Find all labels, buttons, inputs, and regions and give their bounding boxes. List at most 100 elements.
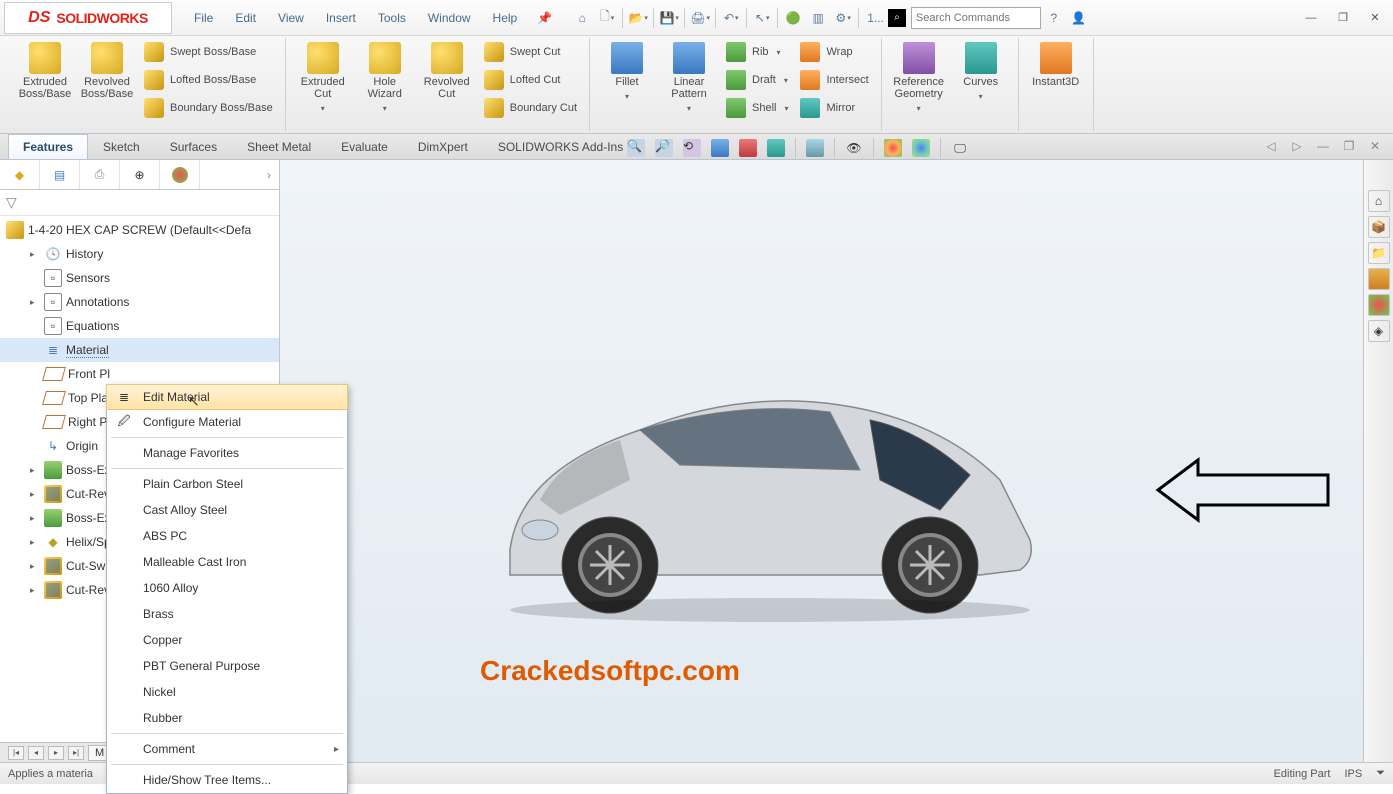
expand-icon[interactable]: ▸ — [30, 465, 40, 476]
context-material-item[interactable]: PBT General Purpose — [107, 653, 347, 679]
rebuild-icon[interactable]: 🟢 — [781, 6, 805, 30]
lofted-cut-button[interactable]: Lofted Cut — [480, 66, 581, 94]
view-orient-icon[interactable] — [735, 136, 761, 160]
funnel-icon[interactable]: ▽ — [6, 194, 17, 211]
context-material-item[interactable]: Plain Carbon Steel — [107, 471, 347, 497]
undo-icon[interactable]: ↶ — [719, 6, 743, 30]
shell-button[interactable]: Shell — [722, 94, 792, 122]
curves-button[interactable]: Curves — [952, 38, 1010, 105]
prev-doc-icon[interactable]: ◁ — [1261, 136, 1281, 156]
revolved-boss-button[interactable]: Revolved Boss/Base — [78, 38, 136, 104]
view-palette-pane-icon[interactable] — [1368, 268, 1390, 290]
tree-item[interactable]: ▸▫Annotations — [0, 290, 279, 314]
display-manager-tab-icon[interactable] — [160, 160, 200, 189]
doc-restore-icon[interactable]: ❐ — [1339, 136, 1359, 156]
viewport-icon[interactable]: 🖵 — [947, 136, 973, 160]
select-icon[interactable]: ↖ — [750, 6, 774, 30]
eye-icon[interactable]: 👁 — [841, 136, 867, 160]
new-icon[interactable]: 🗋 — [595, 6, 619, 30]
context-material-item[interactable]: 1060 Alloy — [107, 575, 347, 601]
tree-item[interactable]: ▸🕓History — [0, 242, 279, 266]
section-view-icon[interactable] — [707, 136, 733, 160]
zoom-fit-icon[interactable]: 🔍 — [623, 136, 649, 160]
tab-scroll-last-icon[interactable]: ▸| — [68, 746, 84, 760]
context-material-item[interactable]: Malleable Cast Iron — [107, 549, 347, 575]
tree-item[interactable]: Front Pl — [0, 362, 279, 386]
search-input[interactable] — [916, 12, 1058, 24]
instant3d-button[interactable]: Instant3D — [1027, 38, 1085, 92]
next-doc-icon[interactable]: ▷ — [1287, 136, 1307, 156]
tab-scroll-prev-icon[interactable]: ◂ — [28, 746, 44, 760]
rib-button[interactable]: Rib — [722, 38, 792, 66]
expand-icon[interactable]: ▸ — [30, 297, 40, 308]
filter-row[interactable]: ▽ — [0, 190, 279, 216]
tab-sheet-metal[interactable]: Sheet Metal — [232, 134, 326, 159]
save-icon[interactable]: 💾 — [657, 6, 681, 30]
appearance-icon[interactable] — [880, 136, 906, 160]
print-icon[interactable]: 🖨 — [688, 6, 712, 30]
configuration-tab-icon[interactable]: ⎙ — [80, 160, 120, 189]
search-icon[interactable]: ⌕ — [888, 9, 906, 27]
menu-edit[interactable]: Edit — [225, 7, 266, 29]
context-hide-show-tree[interactable]: Hide/Show Tree Items... — [107, 767, 347, 793]
model-viewport[interactable]: Crackedsoftpc.com — [280, 160, 1363, 762]
doc-close-icon[interactable]: ✕ — [1365, 136, 1385, 156]
boundary-boss-button[interactable]: Boundary Boss/Base — [140, 94, 277, 122]
tree-root[interactable]: 1-4-20 HEX CAP SCREW (Default<<Defa — [0, 218, 279, 242]
context-configure-material[interactable]: 🖉 Configure Material — [107, 409, 347, 435]
intersect-button[interactable]: Intersect — [796, 66, 872, 94]
mirror-button[interactable]: Mirror — [796, 94, 872, 122]
tab-addins[interactable]: SOLIDWORKS Add-Ins — [483, 134, 638, 159]
expand-icon[interactable]: ▸ — [30, 561, 40, 572]
revolved-cut-button[interactable]: Revolved Cut — [418, 38, 476, 104]
menu-window[interactable]: Window — [418, 7, 481, 29]
doc-minimize-icon[interactable]: — — [1313, 136, 1333, 156]
swept-cut-button[interactable]: Swept Cut — [480, 38, 581, 66]
scene-icon[interactable] — [908, 136, 934, 160]
appearance-pane-icon[interactable] — [1368, 294, 1390, 316]
linear-pattern-button[interactable]: Linear Pattern — [660, 38, 718, 117]
hole-wizard-button[interactable]: Hole Wizard — [356, 38, 414, 117]
options-icon[interactable]: ▥ — [806, 6, 830, 30]
context-manage-favorites[interactable]: Manage Favorites — [107, 440, 347, 466]
extruded-boss-button[interactable]: Extruded Boss/Base — [16, 38, 74, 104]
reference-geometry-button[interactable]: Reference Geometry — [890, 38, 948, 117]
restore-icon[interactable]: ❐ — [1329, 7, 1357, 29]
qat-overflow[interactable]: 1... — [862, 6, 889, 30]
tab-scroll-next-icon[interactable]: ▸ — [48, 746, 64, 760]
expand-icon[interactable]: ▸ — [30, 249, 40, 260]
menu-insert[interactable]: Insert — [316, 7, 366, 29]
feature-tree-tab-icon[interactable]: ◆ — [0, 160, 40, 189]
expand-icon[interactable]: ▸ — [30, 585, 40, 596]
hide-show-icon[interactable] — [802, 136, 828, 160]
menu-help[interactable]: Help — [483, 7, 528, 29]
wrap-button[interactable]: Wrap — [796, 38, 872, 66]
status-units[interactable]: IPS — [1344, 768, 1362, 780]
menu-view[interactable]: View — [268, 7, 314, 29]
expand-icon[interactable]: ▸ — [30, 513, 40, 524]
boundary-cut-button[interactable]: Boundary Cut — [480, 94, 581, 122]
context-comment[interactable]: Comment — [107, 736, 347, 762]
home-pane-icon[interactable]: ⌂ — [1368, 190, 1390, 212]
expand-panel-icon[interactable]: › — [259, 160, 279, 189]
context-material-item[interactable]: ABS PC — [107, 523, 347, 549]
extruded-cut-button[interactable]: Extruded Cut — [294, 38, 352, 117]
prev-view-icon[interactable]: ⟲ — [679, 136, 705, 160]
search-commands[interactable] — [911, 7, 1041, 29]
expand-icon[interactable]: ▸ — [30, 537, 40, 548]
tree-item[interactable]: ≣Material — [0, 338, 279, 362]
home-icon[interactable]: ⌂ — [570, 6, 594, 30]
context-material-item[interactable]: Copper — [107, 627, 347, 653]
context-material-item[interactable]: Nickel — [107, 679, 347, 705]
open-icon[interactable]: 📂 — [626, 6, 650, 30]
status-expand-icon[interactable]: ⏷ — [1376, 767, 1385, 780]
tab-sketch[interactable]: Sketch — [88, 134, 155, 159]
pin-icon[interactable]: 📌 — [537, 11, 552, 25]
context-material-item[interactable]: Rubber — [107, 705, 347, 731]
tree-item[interactable]: ▫Sensors — [0, 266, 279, 290]
settings-icon[interactable]: ⚙ — [831, 6, 855, 30]
expand-icon[interactable]: ▸ — [30, 489, 40, 500]
zoom-area-icon[interactable]: 🔎 — [651, 136, 677, 160]
tab-evaluate[interactable]: Evaluate — [326, 134, 403, 159]
tab-surfaces[interactable]: Surfaces — [155, 134, 232, 159]
